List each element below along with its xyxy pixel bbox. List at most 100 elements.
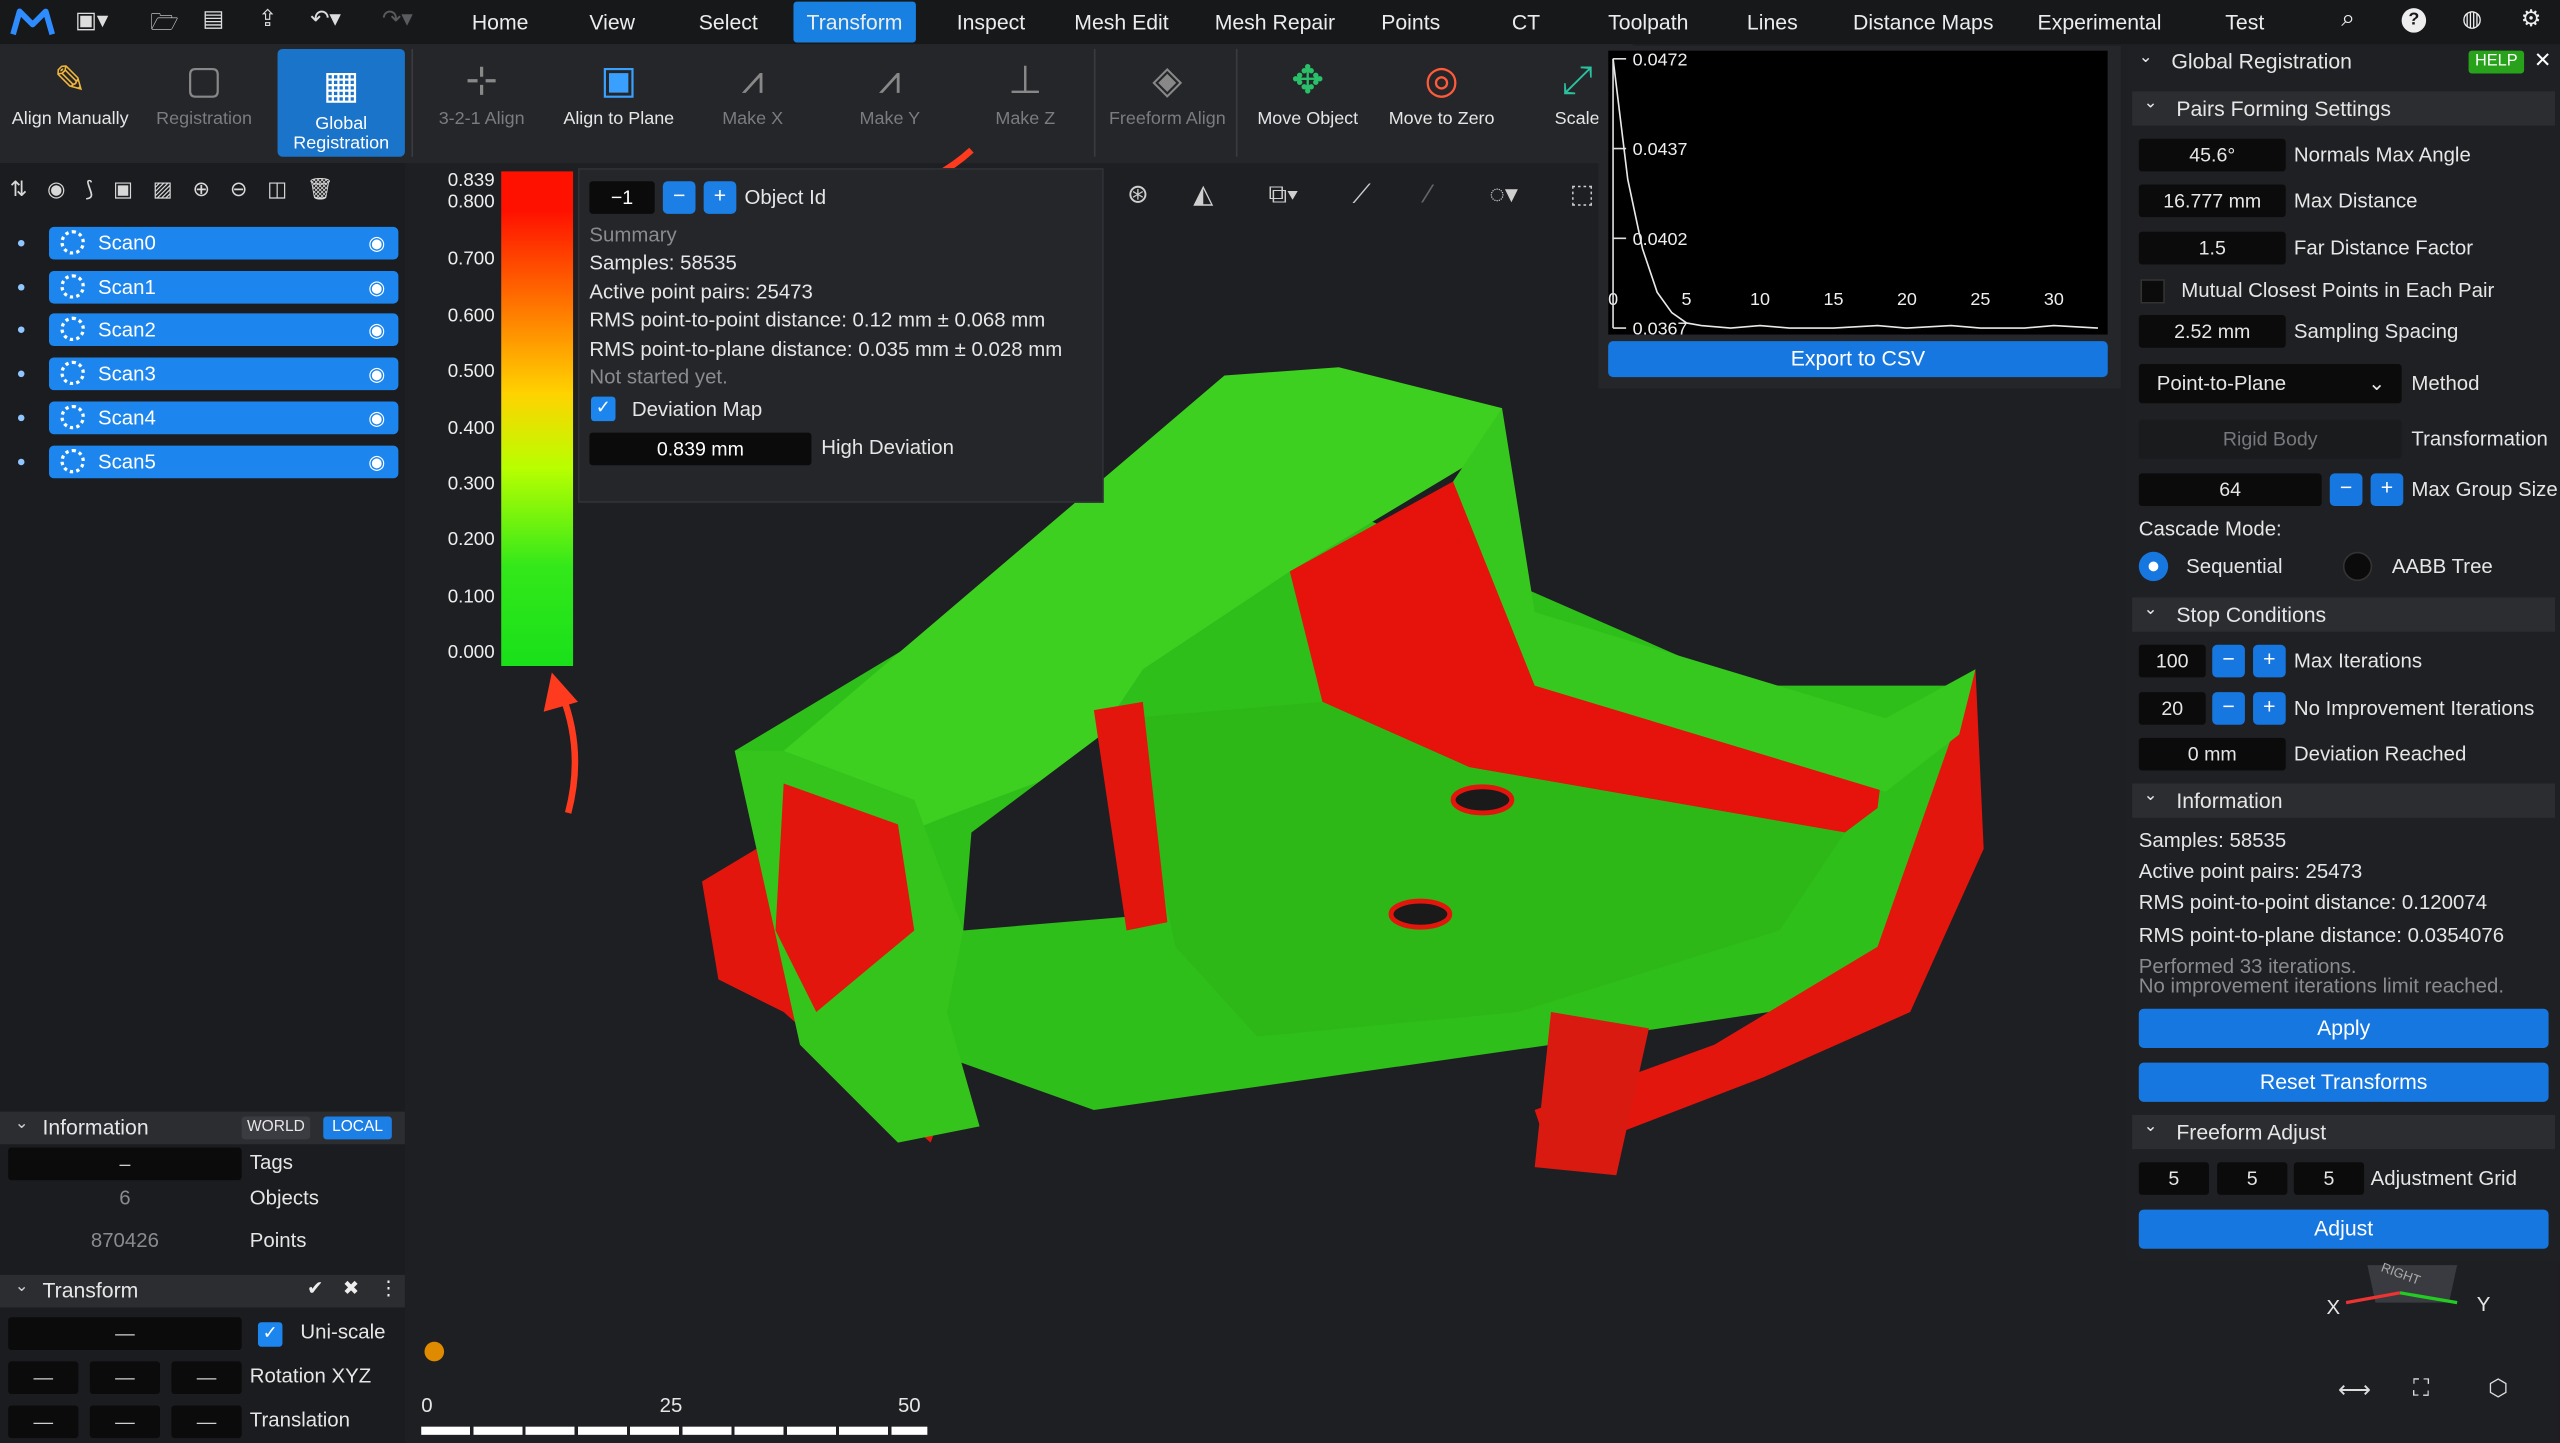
help-badge[interactable]: HELP: [2468, 50, 2525, 74]
aabb-radio[interactable]: [2342, 551, 2373, 582]
decrement-button[interactable]: −: [2212, 692, 2245, 725]
increment-button[interactable]: +: [2253, 692, 2286, 725]
confirm-check-icon[interactable]: ✔: [307, 1276, 323, 1299]
visibility-eye-icon[interactable]: ◉: [368, 270, 385, 303]
menu-toolpath[interactable]: Toolpath: [1595, 0, 1701, 44]
ribbon-align-manually-button[interactable]: ✎ Align Manually: [7, 44, 134, 158]
menu-home[interactable]: Home: [459, 0, 542, 44]
increment-button[interactable]: +: [703, 181, 737, 214]
new-doc-icon[interactable]: ▣▾: [75, 7, 124, 40]
decrement-button[interactable]: −: [662, 181, 696, 214]
globe-icon[interactable]: ◍: [2462, 5, 2482, 33]
menu-test[interactable]: Test: [2212, 0, 2277, 44]
scan-item[interactable]: Scan0 ◉: [48, 226, 399, 260]
ribbon-move-object-button[interactable]: ✥ Move Object: [1244, 44, 1371, 158]
deviation-reached-field[interactable]: 0 mm: [2138, 737, 2286, 771]
menu-select[interactable]: Select: [686, 0, 771, 44]
menu-view[interactable]: View: [576, 0, 648, 44]
sequential-radio[interactable]: [2138, 551, 2169, 582]
view-mode-icon[interactable]: ⧉▾: [1247, 175, 1319, 217]
group-size-field[interactable]: 64: [2138, 473, 2322, 507]
shading-icon[interactable]: ◭: [1180, 175, 1226, 217]
visibility-eye-icon[interactable]: ◉: [368, 358, 385, 391]
settings-gear-icon[interactable]: ⚙: [2521, 5, 2542, 33]
save-icon[interactable]: ▤: [202, 5, 224, 33]
information-header[interactable]: Information: [2132, 783, 2556, 818]
menu-transform[interactable]: Transform: [793, 1, 916, 43]
lasso-icon[interactable]: ◌▾: [1471, 175, 1536, 217]
scale-field[interactable]: —: [8, 1317, 242, 1350]
menu-inspect[interactable]: Inspect: [944, 0, 1039, 44]
menu-distance-maps[interactable]: Distance Maps: [1840, 0, 2007, 44]
rotate-view-icon[interactable]: ⊛: [1115, 175, 1161, 217]
close-icon[interactable]: ✕: [2534, 47, 2552, 73]
method-select[interactable]: Point-to-Plane ⌄: [2138, 364, 2402, 404]
undo-icon[interactable]: ↶▾: [310, 5, 341, 33]
apply-button[interactable]: Apply: [2138, 1008, 2549, 1048]
freeform-adjust-header[interactable]: Freeform Adjust: [2132, 1114, 2556, 1150]
scan-item[interactable]: Scan2 ◉: [48, 314, 399, 347]
tags-field[interactable]: –: [8, 1147, 242, 1181]
brush-icon[interactable]: ∕: [1406, 175, 1452, 217]
visibility-eye-icon[interactable]: ◉: [368, 445, 385, 478]
grid-x-field[interactable]: 5: [2138, 1162, 2209, 1195]
rotation-z-field[interactable]: —: [171, 1361, 242, 1395]
adjust-button[interactable]: Adjust: [2138, 1209, 2549, 1249]
pairs-forming-header[interactable]: Pairs Forming Settings: [2132, 91, 2556, 126]
visibility-eye-icon[interactable]: ◉: [368, 227, 385, 260]
high-deviation-field[interactable]: 0.839 mm: [589, 432, 812, 466]
sampling-field[interactable]: 2.52 mm: [2138, 315, 2286, 348]
increment-button[interactable]: +: [2253, 644, 2286, 678]
no-improvement-field[interactable]: 20: [2138, 692, 2206, 725]
decrement-button[interactable]: −: [2212, 644, 2245, 678]
increment-button[interactable]: +: [2370, 473, 2404, 507]
measure-icon[interactable]: ⟷: [2338, 1376, 2371, 1404]
scan-item[interactable]: Scan4 ◉: [48, 401, 399, 434]
scan-item[interactable]: Scan3 ◉: [48, 357, 399, 391]
export-csv-button[interactable]: Export to CSV: [1608, 341, 2108, 378]
fit-view-icon[interactable]: ⛶: [2413, 1374, 2429, 1402]
grid-z-field[interactable]: 5: [2293, 1162, 2365, 1195]
reset-transforms-button[interactable]: Reset Transforms: [2138, 1062, 2549, 1102]
visibility-eye-icon[interactable]: ◉: [368, 401, 385, 434]
deviation-map-checkbox[interactable]: ✓: [591, 396, 616, 422]
visibility-eye-icon[interactable]: ◉: [368, 314, 385, 347]
translation-z-field[interactable]: —: [171, 1405, 242, 1439]
search-icon[interactable]: ⌕: [2341, 5, 2355, 33]
menu-ct[interactable]: CT: [1499, 0, 1553, 44]
stop-conditions-header[interactable]: Stop Conditions: [2132, 597, 2556, 632]
cube-view-icon[interactable]: ⬡: [2488, 1374, 2508, 1402]
translation-x-field[interactable]: —: [8, 1405, 79, 1439]
export-icon[interactable]: ⇪: [258, 5, 277, 33]
menu-lines[interactable]: Lines: [1734, 0, 1811, 44]
far-distance-field[interactable]: 1.5: [2138, 231, 2286, 265]
ribbon-global-registration-button[interactable]: ▦ Global Registration: [277, 48, 405, 157]
hide-icon[interactable]: ⟋: [1339, 175, 1385, 217]
mutual-checkbox[interactable]: [2140, 279, 2165, 304]
ribbon-3-2-1-align-button[interactable]: ⊹ 3-2-1 Align: [424, 44, 538, 158]
menu-experimental[interactable]: Experimental: [2024, 0, 2174, 44]
ribbon-registration-button[interactable]: ▢ Registration: [145, 44, 263, 158]
normals-angle-field[interactable]: 45.6°: [2138, 138, 2286, 172]
translation-y-field[interactable]: —: [89, 1405, 160, 1439]
grid-y-field[interactable]: 5: [2217, 1162, 2288, 1195]
transformation-field[interactable]: Rigid Body: [2138, 419, 2402, 459]
ribbon-move-to-zero-button[interactable]: ◎ Move to Zero: [1376, 44, 1507, 158]
object-id-field[interactable]: −1: [589, 181, 655, 214]
close-icon[interactable]: ✖: [343, 1276, 359, 1299]
more-vert-icon[interactable]: ⋮: [379, 1276, 399, 1299]
decrement-button[interactable]: −: [2329, 473, 2363, 507]
local-toggle[interactable]: LOCAL: [323, 1116, 392, 1140]
menu-points[interactable]: Points: [1368, 0, 1453, 44]
max-iterations-field[interactable]: 100: [2138, 644, 2206, 678]
app-logo-icon[interactable]: [10, 7, 56, 38]
timer-icon[interactable]: [424, 1341, 445, 1362]
menu-mesh-repair[interactable]: Mesh Repair: [1202, 0, 1348, 44]
world-toggle[interactable]: WORLD: [241, 1116, 311, 1140]
scan-item[interactable]: Scan5 ◉: [48, 444, 399, 478]
rotation-y-field[interactable]: —: [89, 1361, 160, 1395]
uniscale-checkbox[interactable]: ✓: [257, 1322, 283, 1347]
rotation-x-field[interactable]: —: [8, 1361, 79, 1395]
open-folder-icon[interactable]: 🗁: [150, 5, 178, 44]
max-distance-field[interactable]: 16.777 mm: [2138, 184, 2286, 218]
